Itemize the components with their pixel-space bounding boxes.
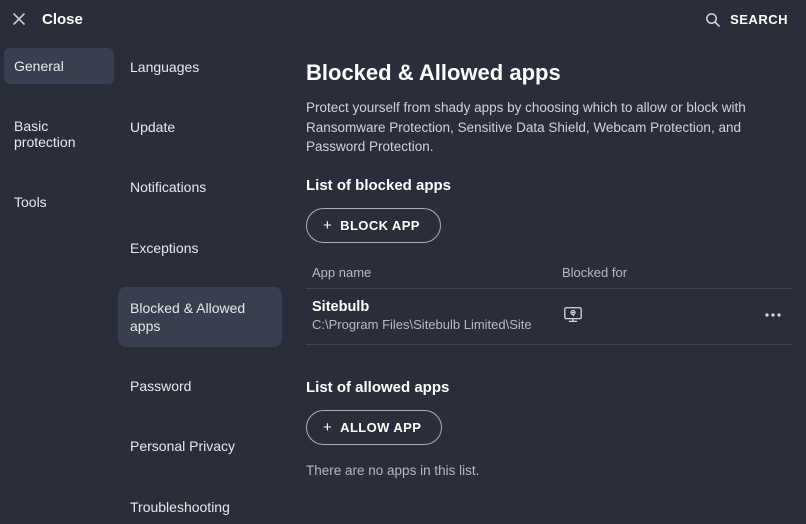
block-app-button[interactable]: + BLOCK APP bbox=[306, 208, 441, 243]
subnav-item-languages[interactable]: Languages bbox=[118, 46, 282, 88]
allow-app-button[interactable]: + ALLOW APP bbox=[306, 410, 442, 445]
sidebar-item-basic-protection[interactable]: Basic protection bbox=[4, 108, 114, 160]
subnav-item-label: Password bbox=[130, 378, 191, 394]
more-actions-icon[interactable] bbox=[764, 312, 782, 318]
allowed-section: List of allowed apps + ALLOW APP There a… bbox=[306, 379, 792, 478]
table-row[interactable]: Sitebulb C:\Program Files\Sitebulb Limit… bbox=[306, 289, 792, 345]
sidebar-secondary: Languages Update Notifications Exception… bbox=[118, 38, 288, 524]
cell-blocked-for bbox=[562, 305, 746, 325]
subnav-item-update[interactable]: Update bbox=[118, 106, 282, 148]
main-content: Blocked & Allowed apps Protect yourself … bbox=[288, 38, 806, 524]
sidebar-item-general[interactable]: General bbox=[4, 48, 114, 84]
subnav-item-label: Update bbox=[130, 119, 175, 135]
allow-app-button-label: ALLOW APP bbox=[340, 420, 421, 435]
page-title: Blocked & Allowed apps bbox=[306, 60, 792, 86]
subnav-item-blocked-allowed-apps[interactable]: Blocked & Allowed apps bbox=[118, 287, 282, 347]
subnav-item-label: Notifications bbox=[130, 179, 206, 195]
blocked-apps-table: App name Blocked for Sitebulb C:\Program… bbox=[306, 265, 792, 345]
subnav-item-notifications[interactable]: Notifications bbox=[118, 166, 282, 208]
subnav-item-exceptions[interactable]: Exceptions bbox=[118, 227, 282, 269]
header-close-group[interactable]: Close bbox=[10, 10, 83, 28]
search-button[interactable]: SEARCH bbox=[705, 12, 788, 27]
sidebar-item-tools[interactable]: Tools bbox=[4, 184, 114, 220]
subnav-item-label: Blocked & Allowed apps bbox=[130, 300, 245, 334]
sidebar-primary: General Basic protection Tools bbox=[0, 38, 118, 524]
allowed-section-title: List of allowed apps bbox=[306, 379, 792, 396]
subnav-item-troubleshooting[interactable]: Troubleshooting bbox=[118, 486, 282, 524]
header: Close SEARCH bbox=[0, 0, 806, 38]
column-header-app-name: App name bbox=[312, 265, 562, 280]
allowed-empty-message: There are no apps in this list. bbox=[306, 463, 792, 478]
app-name: Sitebulb bbox=[312, 299, 562, 315]
subnav-item-label: Exceptions bbox=[130, 240, 198, 256]
cell-app-name: Sitebulb C:\Program Files\Sitebulb Limit… bbox=[312, 299, 562, 332]
sidebar-item-label: Tools bbox=[14, 194, 47, 210]
subnav-item-personal-privacy[interactable]: Personal Privacy bbox=[118, 425, 282, 467]
close-icon[interactable] bbox=[10, 10, 28, 28]
column-header-blocked-for: Blocked for bbox=[562, 265, 786, 280]
subnav-item-label: Languages bbox=[130, 59, 199, 75]
sidebar-item-label: Basic protection bbox=[14, 118, 75, 150]
plus-icon: + bbox=[323, 420, 332, 435]
subnav-item-label: Troubleshooting bbox=[130, 499, 230, 515]
sidebar-item-label: General bbox=[14, 58, 64, 74]
block-app-button-label: BLOCK APP bbox=[340, 218, 420, 233]
search-label: SEARCH bbox=[730, 12, 788, 27]
search-icon bbox=[705, 12, 720, 27]
blocked-section-title: List of blocked apps bbox=[306, 177, 792, 194]
plus-icon: + bbox=[323, 218, 332, 233]
cell-actions bbox=[746, 312, 786, 318]
app-path: C:\Program Files\Sitebulb Limited\Site bbox=[312, 317, 562, 332]
page-description: Protect yourself from shady apps by choo… bbox=[306, 98, 776, 157]
table-header: App name Blocked for bbox=[306, 265, 792, 289]
close-label[interactable]: Close bbox=[42, 11, 83, 28]
ransomware-shield-icon bbox=[562, 305, 584, 325]
subnav-item-password[interactable]: Password bbox=[118, 365, 282, 407]
subnav-item-label: Personal Privacy bbox=[130, 438, 235, 454]
